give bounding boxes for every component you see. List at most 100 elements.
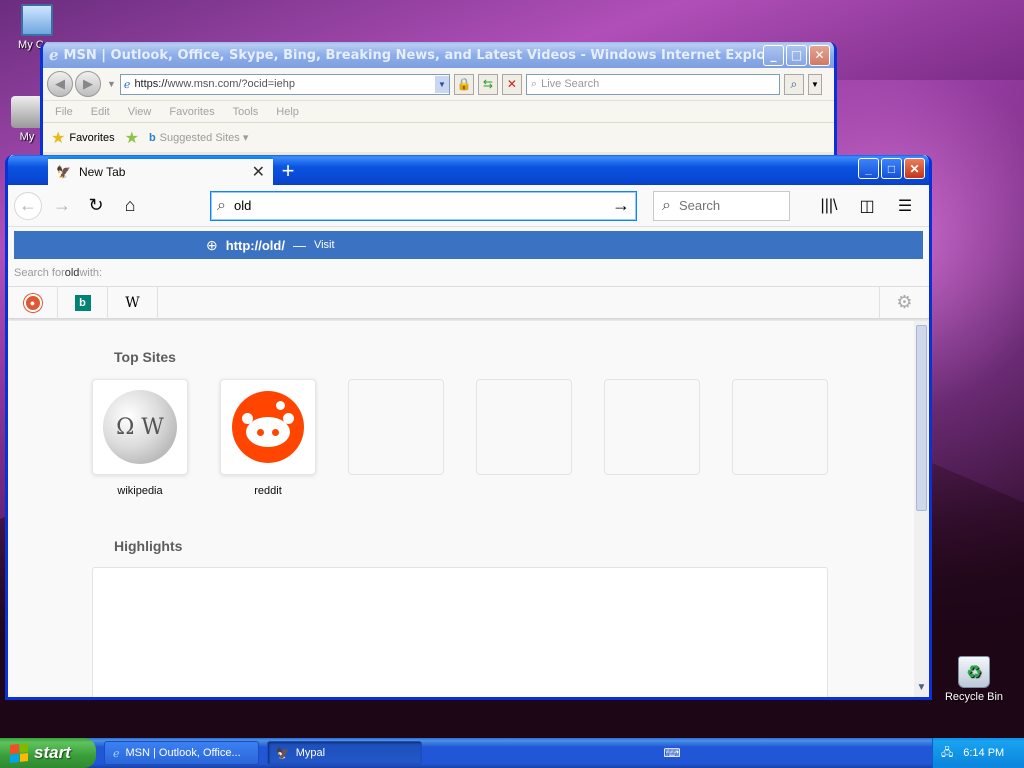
stop-button[interactable]: ✕ <box>501 73 522 95</box>
scrollbar-thumb[interactable] <box>916 325 927 511</box>
menu-view[interactable]: View <box>128 106 152 118</box>
top-site-empty <box>348 379 444 497</box>
suggestion-dash: — <box>292 237 306 253</box>
library-icon[interactable]: |||\ <box>815 192 843 220</box>
favorites-button[interactable]: Favorites <box>69 132 114 144</box>
close-button[interactable]: ✕ <box>904 158 925 179</box>
top-site-tile[interactable] <box>220 379 316 475</box>
ie-page-icon: ℯ <box>123 78 131 91</box>
ie-address-bar[interactable]: ℯ https://www.msn.com/?ocid=iehp ▼ <box>119 73 450 95</box>
search-icon: ⌕ <box>530 77 538 90</box>
menu-file[interactable]: File <box>55 106 73 118</box>
top-site-tile[interactable]: Ω W <box>92 379 188 475</box>
top-site-empty <box>604 379 700 497</box>
recycle-bin-icon <box>958 656 990 688</box>
refresh-button[interactable]: ⇆ <box>477 73 498 95</box>
add-favorite-icon[interactable]: ★ <box>125 128 139 148</box>
search-with-suffix: with: <box>79 266 103 279</box>
top-site-placeholder <box>604 379 700 475</box>
taskbar-item-mypal[interactable]: 🦅 Mypal <box>267 741 422 765</box>
top-site-label: wikipedia <box>117 485 163 497</box>
url-suggestion-popup: ⊕ http://old/ — Visit Search for old wit… <box>8 227 929 319</box>
keyboard-icon[interactable]: ⌨ <box>663 746 680 760</box>
menu-edit[interactable]: Edit <box>91 106 110 118</box>
menu-hamburger-icon[interactable]: ☰ <box>891 192 919 220</box>
home-button[interactable]: ⌂ <box>116 192 144 220</box>
start-label: start <box>34 743 71 762</box>
tab-favicon-icon: 🦅 <box>56 165 71 179</box>
ie-icon: ℯ <box>113 747 120 760</box>
start-button[interactable]: start <box>0 738 96 768</box>
minimize-button[interactable]: _ <box>763 44 784 66</box>
desktop-icon-recycle-bin[interactable]: Recycle Bin <box>939 656 1009 703</box>
ie-history-dropdown-icon[interactable]: ▼ <box>107 79 116 89</box>
scroll-down-arrow-icon[interactable]: ▼ <box>914 682 929 697</box>
top-site-wikipedia[interactable]: Ω W wikipedia <box>92 379 188 497</box>
firefox-navbar: ← → ↻ ⌂ ⌕ old → ⌕ Search |||\ ◫ ☰ <box>8 185 929 227</box>
top-site-placeholder <box>732 379 828 475</box>
tab-close-icon[interactable]: ✕ <box>252 162 265 182</box>
system-tray: 🖧 6:14 PM <box>931 738 1024 768</box>
menu-help[interactable]: Help <box>276 106 299 118</box>
suggested-sites-link[interactable]: Suggested Sites ▾ <box>160 131 249 144</box>
firefox-window[interactable]: 🦅 New Tab ✕ + _ □ ✕ ← → ↻ ⌂ ⌕ old → ⌕ Se… <box>5 155 932 700</box>
lock-icon[interactable]: 🔒 <box>453 73 474 95</box>
address-dropdown-icon[interactable]: ▼ <box>434 75 449 93</box>
top-sites-title: Top Sites <box>114 349 176 365</box>
ie-search-button[interactable]: ⌕ <box>783 73 804 95</box>
engine-wikipedia[interactable]: W <box>108 286 158 319</box>
ie-titlebar[interactable]: ℯ MSN | Outlook, Office, Skype, Bing, Br… <box>43 42 834 68</box>
taskbar-item-label: MSN | Outlook, Office... <box>125 747 241 759</box>
highlights-panel <box>92 567 828 697</box>
new-tab-button[interactable]: + <box>273 157 303 185</box>
url-input-value: old <box>233 198 252 213</box>
tab-new-tab[interactable]: 🦅 New Tab ✕ <box>48 157 273 185</box>
sidebar-icon[interactable]: ◫ <box>853 192 881 220</box>
search-placeholder: Search <box>678 198 721 213</box>
firefox-titlebar[interactable]: 🦅 New Tab ✕ + _ □ ✕ <box>8 155 929 185</box>
forward-button[interactable]: → <box>48 192 76 220</box>
top-site-label: reddit <box>254 485 282 497</box>
top-site-reddit[interactable]: reddit <box>220 379 316 497</box>
url-path: www.msn.com/?ocid=iehp <box>167 78 295 90</box>
top-site-empty <box>732 379 828 497</box>
reload-button[interactable]: ↻ <box>82 192 110 220</box>
network-tray-icon[interactable]: 🖧 <box>941 744 953 763</box>
bing-icon: b <box>148 131 156 144</box>
engine-bing[interactable]: b <box>58 286 108 319</box>
taskbar-item-label: Mypal <box>295 747 326 759</box>
minimize-button[interactable]: _ <box>858 158 879 179</box>
maximize-button[interactable]: □ <box>881 158 902 179</box>
url-protocol: https:// <box>134 78 168 90</box>
back-button[interactable]: ← <box>14 191 42 220</box>
ie-search-input[interactable]: ⌕ Live Search <box>525 73 780 95</box>
menu-favorites[interactable]: Favorites <box>169 106 214 118</box>
ie-back-button[interactable]: ◀ <box>47 71 73 97</box>
mypal-icon: 🦅 <box>276 747 290 760</box>
suggestion-row-visit[interactable]: ⊕ http://old/ — Visit <box>14 231 923 259</box>
go-arrow-icon[interactable]: → <box>612 195 630 216</box>
search-settings-gear-icon[interactable]: ⚙ <box>879 286 929 319</box>
clock[interactable]: 6:14 PM <box>963 747 1004 759</box>
search-input[interactable]: ⌕ Search <box>653 190 790 221</box>
windows-flag-icon <box>10 743 28 763</box>
network-icon <box>11 96 43 128</box>
globe-icon: ⊕ <box>206 236 218 253</box>
url-input[interactable]: ⌕ old → <box>210 190 637 221</box>
top-sites-grid: Ω W wikipedia reddit <box>92 379 828 497</box>
top-site-empty <box>476 379 572 497</box>
search-with-prefix: Search for <box>14 266 65 279</box>
ie-window[interactable]: ℯ MSN | Outlook, Office, Skype, Bing, Br… <box>40 42 837 160</box>
ie-forward-button[interactable]: ▶ <box>75 71 101 97</box>
close-button[interactable]: ✕ <box>809 44 830 66</box>
page-scrollbar[interactable]: ▼ <box>914 321 929 697</box>
suggestion-url: http://old/ <box>225 237 285 253</box>
tab-title: New Tab <box>78 165 126 179</box>
engine-duckduckgo[interactable]: ● <box>8 286 58 319</box>
search-with-label: Search for old with: <box>8 259 929 287</box>
menu-tools[interactable]: Tools <box>233 106 259 118</box>
taskbar-item-ie[interactable]: ℯ MSN | Outlook, Office... <box>104 741 259 765</box>
search-options-icon[interactable]: ▼ <box>807 73 822 95</box>
wikipedia-globe-icon: Ω W <box>103 390 177 464</box>
maximize-button[interactable]: □ <box>786 44 807 66</box>
